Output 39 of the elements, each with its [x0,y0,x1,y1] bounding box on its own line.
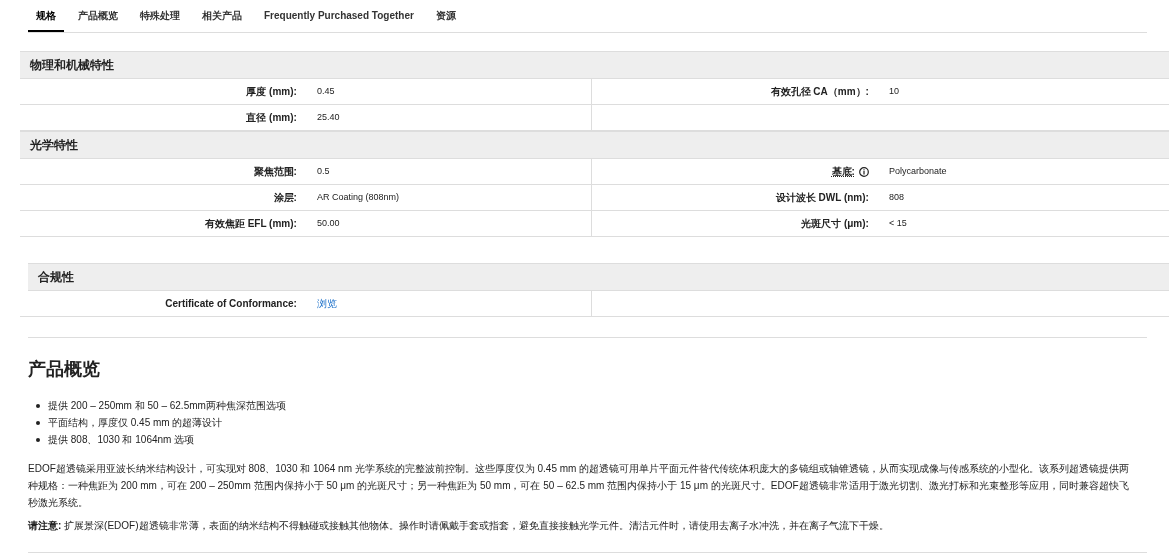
tab[interactable]: 资源 [427,8,464,32]
bullet-text: 平面结构，厚度仅 0.45 mm 的超薄设计 [48,416,223,430]
spec-label: 直径 (mm): [246,111,297,125]
info-icon[interactable] [858,166,869,177]
bullet-icon [36,437,40,442]
bullet-text: 提供 808、1030 和 1064nm 选项 [48,433,195,447]
section-header: 光学特性 [20,131,1169,159]
tab[interactable]: 产品概览 [70,8,126,32]
spec-label: 聚焦范围: [253,165,297,179]
spec-value: 0.45 [316,84,335,98]
bullet-icon [36,420,40,425]
spec-value: < 15 [888,216,907,230]
tab[interactable]: Frequently Purchased Together [256,8,422,32]
spec-value: 10 [888,84,899,98]
spec-label: Certificate of Conformance: [165,297,297,311]
spec-label: 有效焦距 EFL (mm): [204,217,297,231]
spec-label: 基底: [831,165,855,179]
spec-value: AR Coating (808nm) [316,190,399,204]
overview-heading: 产品概览 [28,358,101,381]
tab[interactable]: 特殊处理 [132,8,188,32]
bullet-icon [36,403,40,408]
spec-value: 0.5 [316,164,330,178]
tab[interactable]: 规格 [28,8,64,32]
spec-value: Polycarbonate [888,164,947,178]
spec-value: 50.00 [316,216,340,230]
overview-paragraph: EDOF超透镜采用亚波长纳米结构设计，可实现对 808、1030 和 1064 nm 光学系统的完整波前控制。这些厚度仅为 0.45 mm 的超透镜可用单片平面元件替代传统体积庞大的多镜组或轴锥透镜，从而实现成像与传感系统的小型化。该系列超透镜提供两种规格：一种焦距为 200 mm，可在 200 – 250mm 范围内保持小于 50 μm 的光斑尺寸；另一种焦距为 50 mm，可在 50 – 62.5 mm 范围内保持小于 15 μm 的光斑尺寸。EDOF超透镜非常适用于激光切割、激光打标和光束整形等应用，同时兼容超快飞秒激光系统。 [28,462,1131,510]
section-header: 合规性 [28,263,1169,291]
spec-label: 光斑尺寸 (μm): [801,217,869,231]
spec-label: 有效孔径 CA（mm）: [770,85,869,99]
overview-paragraph: 请注意: 扩展景深(EDOF)超透镜非常薄，表面的纳米结构不得触碰或接触其他物体。操作时请佩戴手套或指套，避免直接接触光学元件。清洁元件时，请使用去离子水冲洗，并在离子气流下干燥。 [28,519,890,533]
bullet-text: 提供 200 – 250mm 和 50 – 62.5mm两种焦深范围选项 [48,399,286,413]
spec-label: 涂层: [273,191,297,205]
spec-label: 厚度 (mm): [246,85,297,99]
view-link[interactable]: 浏览 [316,296,337,311]
spec-label: 设计波长 DWL (nm): [775,191,869,205]
spec-value: 25.40 [316,110,340,124]
spec-value: 808 [888,190,904,204]
section-header: 物理和机械特性 [20,51,1169,79]
tab[interactable]: 相关产品 [194,8,250,32]
